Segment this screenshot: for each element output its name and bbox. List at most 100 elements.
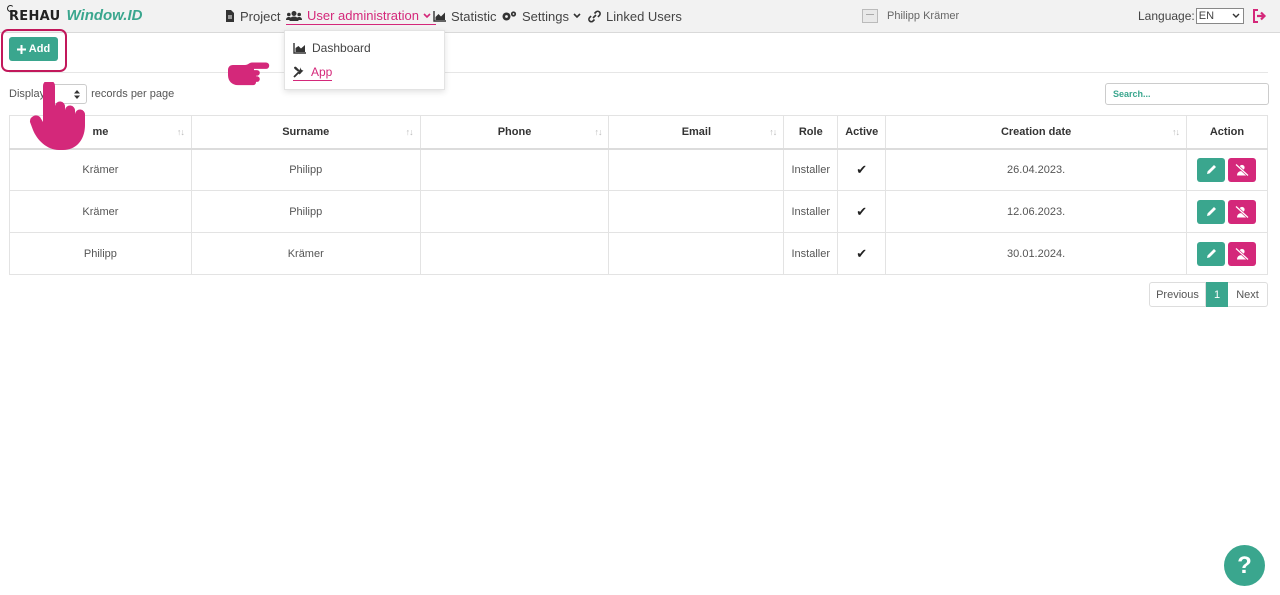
nav-settings[interactable]: Settings <box>501 7 586 25</box>
nav-linked-users[interactable]: Linked Users <box>588 7 682 25</box>
search-input[interactable]: Search... <box>1105 83 1269 105</box>
toolbar-divider <box>9 72 1268 73</box>
cell-email <box>608 190 785 233</box>
users-icon <box>286 10 302 21</box>
user-slash-icon <box>1235 205 1250 218</box>
column-header-role: Role <box>783 115 839 150</box>
logo-ring-icon <box>7 5 14 12</box>
next-page-button[interactable]: Next <box>1228 282 1268 307</box>
pagination: Previous 1 Next <box>1149 282 1268 307</box>
add-button-label: Add <box>28 43 51 55</box>
current-user[interactable]: Philipp Krämer <box>862 7 959 25</box>
edit-button[interactable] <box>1197 241 1226 266</box>
logout-icon[interactable] <box>1252 9 1268 23</box>
column-header-active-label: Active <box>845 125 879 138</box>
page-1-button[interactable]: 1 <box>1206 282 1228 307</box>
table-header-row: me ↑↓ Surname ↑↓ Phone ↑↓ Email ↑↓ Role Acti… <box>9 115 1269 150</box>
deactivate-user-button[interactable] <box>1228 241 1257 266</box>
user-slash-icon <box>1235 163 1250 176</box>
nav-project[interactable]: Project <box>225 7 280 25</box>
previous-page-button[interactable]: Previous <box>1149 282 1206 307</box>
cell-phone <box>419 148 610 191</box>
top-navbar: REHAU Window.ID Project User administrat… <box>0 0 1280 33</box>
table-row: Krämer Philipp Installer ✔ 12.06.2023. <box>9 190 1269 233</box>
column-header-surname[interactable]: Surname ↑↓ <box>190 115 421 150</box>
deactivate-user-button[interactable] <box>1228 199 1257 224</box>
cell-role: Installer <box>783 190 839 233</box>
language-selector: Language: EN <box>1138 8 1244 24</box>
column-header-action: Action <box>1185 115 1269 150</box>
cell-actions <box>1185 232 1269 275</box>
cell-email <box>608 148 785 191</box>
plus-icon <box>16 44 26 54</box>
link-icon <box>588 10 601 22</box>
sort-icon: ↑↓ <box>1171 127 1180 137</box>
deactivate-user-button[interactable] <box>1228 157 1257 182</box>
language-label: Language: <box>1138 9 1195 23</box>
cell-active: ✔ <box>837 148 887 191</box>
nav-statistic[interactable]: Statistic <box>433 7 497 25</box>
cell-name: Krämer <box>9 190 192 233</box>
column-header-phone-label: Phone <box>497 125 532 138</box>
user-avatar-icon <box>862 9 878 23</box>
nav-project-label: Project <box>240 8 281 24</box>
column-header-action-label: Action <box>1209 125 1245 138</box>
cell-creation-date: 12.06.2023. <box>885 190 1187 233</box>
edit-button[interactable] <box>1197 157 1226 182</box>
column-header-surname-label: Surname <box>282 125 330 138</box>
add-button[interactable]: Add <box>9 37 58 61</box>
column-header-phone[interactable]: Phone ↑↓ <box>419 115 610 150</box>
gears-icon <box>502 11 517 21</box>
dropdown-item-app[interactable]: App <box>293 63 333 81</box>
pencil-icon <box>1206 165 1216 175</box>
rehau-logo[interactable]: REHAU Window.ID <box>7 5 143 27</box>
cell-creation-date: 26.04.2023. <box>885 148 1187 191</box>
sort-icon: ↑↓ <box>405 127 414 137</box>
display-suffix: records per page <box>91 88 175 100</box>
table-row: Krämer Philipp Installer ✔ 26.04.2023. <box>9 148 1269 191</box>
users-table: me ↑↓ Surname ↑↓ Phone ↑↓ Email ↑↓ Role Acti… <box>9 115 1269 275</box>
cell-creation-date: 30.01.2024. <box>885 232 1187 275</box>
help-button[interactable]: ? <box>1224 545 1265 586</box>
logo-product-text: Window.ID <box>66 7 143 24</box>
nav-statistic-label: Statistic <box>451 8 497 24</box>
nav-user-administration-label: User administration <box>307 8 419 23</box>
clicking-hand-icon <box>29 82 86 150</box>
table-row: Philipp Krämer Installer ✔ 30.01.2024. <box>9 232 1269 275</box>
current-user-name: Philipp Krämer <box>887 10 960 22</box>
cell-surname: Philipp <box>190 148 421 191</box>
column-header-email-label: Email <box>681 125 712 138</box>
chevron-down-icon <box>423 12 431 18</box>
document-icon <box>226 10 234 22</box>
cell-surname: Krämer <box>190 232 421 275</box>
column-header-active: Active <box>837 115 887 150</box>
pencil-icon <box>1206 207 1216 216</box>
pointing-hand-icon <box>228 62 270 86</box>
chevron-down-icon <box>573 13 581 19</box>
cell-surname: Philipp <box>190 190 421 233</box>
chart-area-icon <box>433 10 446 22</box>
pencil-icon <box>1206 249 1216 258</box>
sort-icon: ↑↓ <box>769 127 777 137</box>
cell-name: Krämer <box>9 148 192 191</box>
column-header-creation-date-label: Creation date <box>1000 125 1072 138</box>
cell-phone <box>419 232 610 275</box>
column-header-creation-date[interactable]: Creation date ↑↓ <box>885 115 1187 150</box>
logo-brand-text: REHAU <box>9 9 61 24</box>
dropdown-item-dashboard[interactable]: Dashboard <box>293 39 371 57</box>
cell-active: ✔ <box>837 190 887 233</box>
cell-actions <box>1185 190 1269 233</box>
column-header-email[interactable]: Email ↑↓ <box>608 115 785 150</box>
nav-user-administration[interactable]: User administration <box>286 7 436 25</box>
edit-button[interactable] <box>1197 199 1226 224</box>
language-value: EN <box>1198 10 1215 22</box>
cell-actions <box>1185 148 1269 191</box>
dropdown-item-dashboard-label: Dashboard <box>312 41 371 55</box>
sort-icon: ↑↓ <box>594 127 602 137</box>
cell-name: Philipp <box>9 232 192 275</box>
user-slash-icon <box>1235 247 1250 260</box>
chart-area-icon <box>293 42 306 54</box>
nav-linked-users-label: Linked Users <box>606 8 682 24</box>
dropdown-item-app-label: App <box>311 64 333 79</box>
language-select[interactable]: EN <box>1195 8 1244 24</box>
